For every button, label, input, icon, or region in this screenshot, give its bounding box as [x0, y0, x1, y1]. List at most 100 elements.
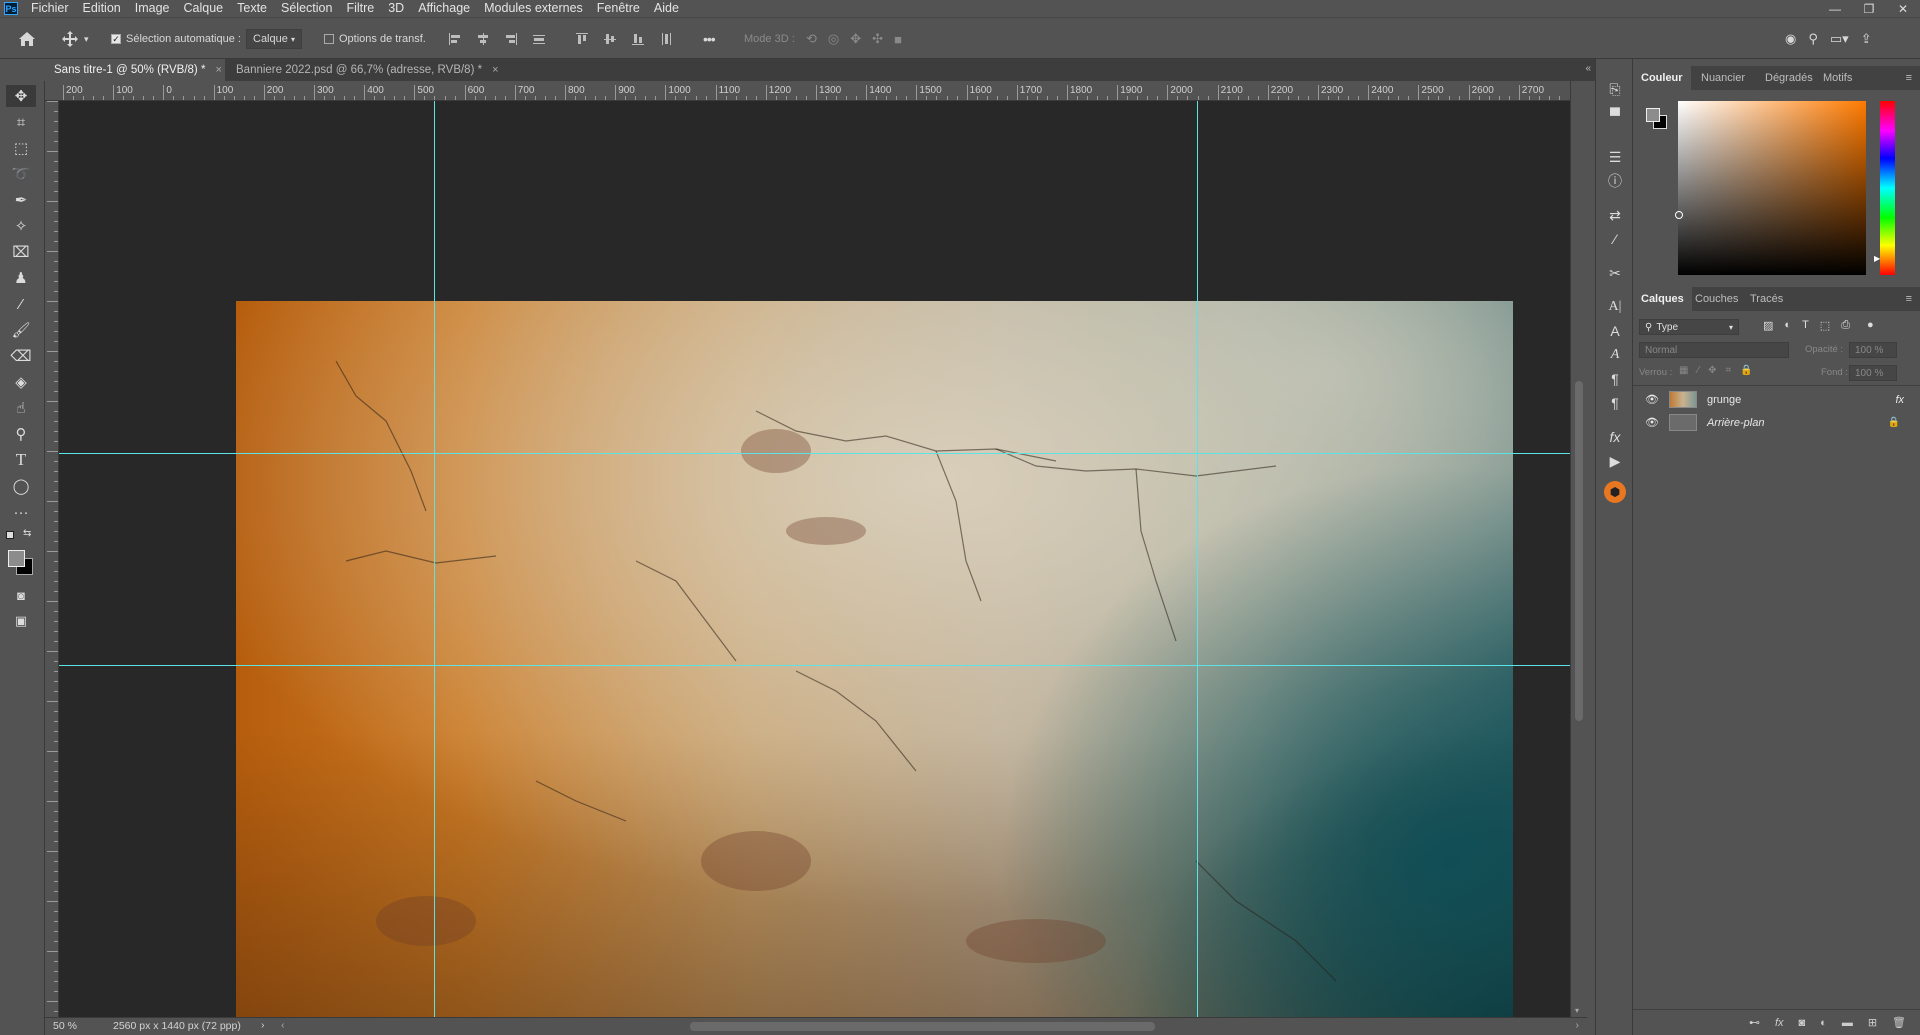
filter-adjustment-icon[interactable]: ◐	[1784, 319, 1791, 332]
swap-colors-icon[interactable]: ⇆	[6, 528, 36, 543]
brush-settings-icon[interactable]: ⁄	[1604, 229, 1626, 249]
align-right-icon[interactable]	[504, 32, 518, 46]
close-icon[interactable]: ×	[215, 64, 221, 76]
delete-layer-icon[interactable]: 🗑	[1892, 1016, 1906, 1029]
layer-filter-dropdown[interactable]: ⚲ Type ▾	[1639, 319, 1739, 335]
align-left-icon[interactable]	[448, 32, 462, 46]
plugin-cube-icon[interactable]: ⬢	[1604, 481, 1626, 503]
info-icon[interactable]: ⓘ	[1604, 171, 1626, 191]
history-icon[interactable]: ⎘	[1604, 79, 1626, 99]
panel-menu-icon[interactable]: ≡	[1898, 287, 1920, 311]
tab-banniere-2022[interactable]: Banniere 2022.psd @ 66,7% (adresse, RVB/…	[227, 59, 499, 81]
document-canvas-grunge-texture[interactable]	[236, 301, 1513, 1019]
close-icon[interactable]: ×	[492, 64, 498, 76]
horizontal-scroll-thumb[interactable]	[690, 1022, 1155, 1031]
restore-button[interactable]: ❐	[1852, 0, 1886, 17]
close-button[interactable]: ✕	[1886, 0, 1920, 17]
distribute-horizontal-icon[interactable]	[659, 32, 673, 46]
new-group-icon[interactable]: ▬	[1842, 1017, 1853, 1029]
tab-sans-titre-1[interactable]: Sans titre-1 @ 50% (RVB/8) * ×	[45, 59, 225, 81]
timeline-play-icon[interactable]: ▶	[1604, 451, 1626, 471]
fill-input[interactable]: 100 %	[1849, 365, 1897, 381]
menu-fichier[interactable]: Fichier	[24, 0, 76, 17]
screen-mode-icon[interactable]: ▣	[6, 610, 36, 632]
eyedropper-tool-icon[interactable]: ⁄	[6, 293, 36, 315]
new-layer-icon[interactable]: ⊞	[1868, 1016, 1877, 1029]
character-styles-icon[interactable]: A	[1604, 321, 1626, 341]
align-top-icon[interactable]	[575, 32, 589, 46]
crop-tool-icon[interactable]: ⌗	[6, 111, 36, 133]
share-profile-icon[interactable]: ◉	[1785, 31, 1796, 47]
foreground-color-swatch[interactable]	[1646, 108, 1660, 122]
guide-vertical[interactable]	[434, 101, 435, 1017]
auto-select-checkbox[interactable]: ✓	[111, 34, 121, 44]
align-center-h-icon[interactable]	[476, 32, 490, 46]
layer-name[interactable]: Arrière-plan	[1707, 417, 1764, 429]
align-bottom-icon[interactable]	[631, 32, 645, 46]
filter-shape-icon[interactable]: ⬚	[1820, 319, 1830, 332]
marquee-tool-icon[interactable]: ⬚	[6, 137, 36, 159]
guide-horizontal[interactable]	[59, 665, 1570, 666]
minimize-button[interactable]: —	[1818, 0, 1852, 17]
guide-vertical[interactable]	[1197, 101, 1198, 1017]
quick-mask-icon[interactable]: ◙	[6, 584, 36, 606]
menu-image[interactable]: Image	[128, 0, 177, 17]
properties-icon[interactable]: ⇄	[1604, 205, 1626, 225]
menu-selection[interactable]: Sélection	[274, 0, 339, 17]
panel-menu-icon[interactable]: ≡	[1898, 66, 1920, 90]
ellipse-tool-icon[interactable]: ◯	[6, 475, 36, 497]
paragraph-icon[interactable]: ¶	[1604, 369, 1626, 389]
brush-tool-icon[interactable]: 🖌	[6, 319, 36, 341]
blend-mode-dropdown[interactable]: Normal	[1639, 342, 1789, 358]
add-style-icon[interactable]: fx	[1775, 1017, 1784, 1029]
tool-presets-icon[interactable]: ✂	[1604, 263, 1626, 283]
color-picker-cursor[interactable]	[1675, 211, 1683, 219]
lock-all-icon[interactable]: 🔒	[1740, 365, 1752, 376]
hue-slider[interactable]: ▶	[1874, 101, 1895, 275]
layer-row-arriere-plan[interactable]: 👁 Arrière-plan 🔒	[1633, 411, 1920, 434]
layer-effects-icon[interactable]: fx	[1895, 394, 1904, 406]
home-icon[interactable]	[18, 18, 36, 60]
tab-traces[interactable]: Tracés	[1742, 287, 1791, 311]
chevron-down-icon[interactable]: ▾	[84, 34, 89, 45]
vertical-scroll-thumb[interactable]	[1575, 381, 1583, 721]
lock-transparent-icon[interactable]: ▦	[1679, 365, 1688, 376]
tab-couches[interactable]: Couches	[1687, 287, 1746, 311]
filter-smart-object-icon[interactable]: ⎙	[1841, 319, 1850, 332]
filter-type-icon[interactable]: T	[1802, 319, 1809, 332]
status-menu-arrow[interactable]: ›	[261, 1019, 265, 1031]
scroll-left-icon[interactable]: ‹	[281, 1019, 285, 1031]
tab-couleur[interactable]: Couleur	[1633, 66, 1691, 90]
eraser-tool-icon[interactable]: ⌫	[6, 345, 36, 367]
foreground-color-swatch[interactable]	[8, 550, 25, 567]
menu-aide[interactable]: Aide	[647, 0, 686, 17]
menu-calque[interactable]: Calque	[177, 0, 231, 17]
vertical-scrollbar[interactable]: ▾	[1570, 81, 1587, 1017]
menu-filtre[interactable]: Filtre	[339, 0, 381, 17]
eye-visibility-icon[interactable]: 👁	[1645, 416, 1659, 429]
dodge-tool-icon[interactable]: ⚲	[6, 423, 36, 445]
lock-artboard-icon[interactable]: ⌗	[1726, 365, 1732, 376]
magic-wand-tool-icon[interactable]: ✧	[6, 215, 36, 237]
filter-toggle-icon[interactable]: ●	[1867, 319, 1874, 332]
color-picker-field[interactable]	[1675, 101, 1866, 275]
layer-name[interactable]: grunge	[1707, 394, 1741, 406]
layer-row-grunge[interactable]: 👁 grunge fx	[1633, 388, 1920, 411]
workspace-icon[interactable]: ▭▾	[1830, 31, 1849, 47]
scroll-down-icon[interactable]: ▾	[1575, 1006, 1579, 1015]
color-swatches[interactable]	[1645, 107, 1669, 131]
move-tool-icon[interactable]: ▾	[62, 18, 89, 60]
align-middle-v-icon[interactable]	[603, 32, 617, 46]
adjustments-icon[interactable]: ☰	[1604, 147, 1626, 167]
frame-tool-icon[interactable]: ⌧	[6, 241, 36, 263]
new-adjustment-icon[interactable]: ◐	[1820, 1017, 1827, 1029]
more-tools-icon[interactable]: ···	[6, 501, 36, 523]
search-icon[interactable]: ⚲	[1808, 31, 1818, 47]
menu-modules-externes[interactable]: Modules externes	[477, 0, 590, 17]
share-icon[interactable]: ⇪	[1861, 31, 1872, 47]
glyphs-icon[interactable]: A	[1604, 345, 1626, 365]
menu-3d[interactable]: 3D	[381, 0, 411, 17]
zoom-level[interactable]: 50 %	[53, 1020, 77, 1032]
styles-fx-icon[interactable]: fx	[1604, 427, 1626, 447]
guide-horizontal[interactable]	[59, 453, 1570, 454]
